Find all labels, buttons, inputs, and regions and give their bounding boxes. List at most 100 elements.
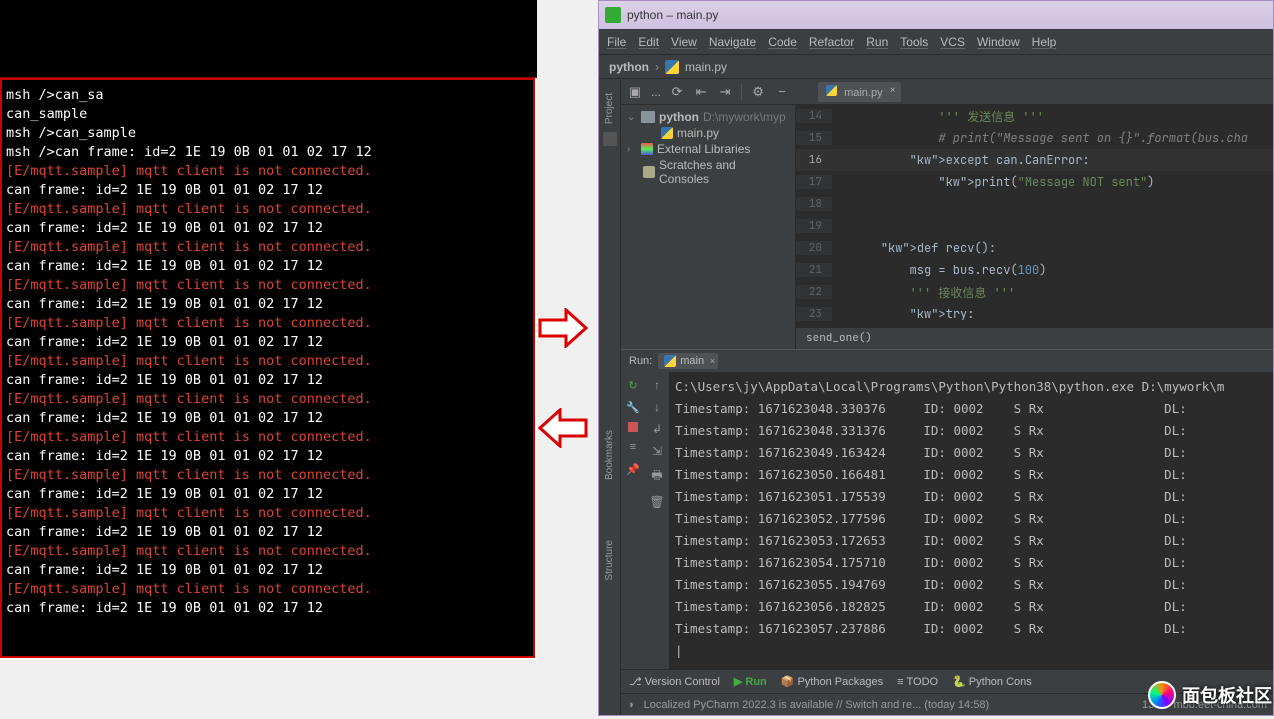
- line-number[interactable]: 18: [796, 197, 832, 211]
- code-content[interactable]: "kw">print("Message NOT sent"): [846, 174, 1273, 190]
- line-number[interactable]: 17: [796, 175, 832, 189]
- caret: |: [675, 640, 1267, 662]
- chevron-down-icon[interactable]: ⌄: [627, 112, 637, 123]
- line-number[interactable]: 15: [796, 131, 832, 145]
- editor-line[interactable]: 23 "kw">try:: [796, 303, 1273, 325]
- rerun-icon[interactable]: ↻: [626, 378, 640, 392]
- save-icon[interactable]: ▣: [627, 84, 643, 100]
- settings-icon[interactable]: ⚙: [750, 84, 766, 100]
- project-tool-tab[interactable]: Project: [604, 93, 615, 124]
- terminal-line: can frame: id=2 1E 19 0B 01 01 02 17 12: [6, 447, 529, 466]
- toolbar-more[interactable]: ...: [651, 85, 661, 99]
- commit-tool-icon[interactable]: [603, 132, 617, 146]
- code-content[interactable]: # print("Message sent on {}".format(bus.…: [846, 130, 1273, 146]
- tree-extlib[interactable]: › External Libraries: [625, 141, 791, 157]
- tree-root[interactable]: ⌄ python D:\mywork\myp: [625, 109, 791, 125]
- editor-file-tab[interactable]: main.py ×: [818, 82, 901, 102]
- close-icon[interactable]: ×: [710, 356, 715, 366]
- terminal-window: msh />can_sacan_samplemsh />can_samplems…: [0, 0, 537, 660]
- run-tab[interactable]: ▶ Run: [734, 675, 767, 688]
- menu-view[interactable]: View: [671, 35, 697, 49]
- editor-line[interactable]: 21 msg = bus.recv(100): [796, 259, 1273, 281]
- softwrap-icon[interactable]: ↲: [652, 422, 662, 436]
- trash-icon[interactable]: 🗑: [649, 495, 664, 509]
- code-content[interactable]: "kw">except can.CanError:: [846, 152, 1273, 168]
- bookmarks-tool-tab[interactable]: Bookmarks: [604, 430, 615, 480]
- vc-tab[interactable]: ⎇ Version Control: [629, 675, 720, 688]
- nav-breadcrumb[interactable]: python › main.py: [599, 55, 1273, 79]
- tree-scratches[interactable]: Scratches and Consoles: [625, 157, 791, 187]
- window-titlebar[interactable]: python – main.py: [599, 1, 1273, 29]
- menu-vcs[interactable]: VCS: [940, 35, 965, 49]
- wrench-icon[interactable]: 🔧: [626, 400, 640, 414]
- sync-icon[interactable]: ⟳: [669, 84, 685, 100]
- line-number[interactable]: 14: [796, 109, 832, 123]
- close-tab-icon[interactable]: ×: [890, 85, 896, 96]
- editor-line[interactable]: 14 ''' 发送信息 ''': [796, 105, 1273, 127]
- editor-line[interactable]: 22 ''' 接收信息 ''': [796, 281, 1273, 303]
- layout-icon[interactable]: ≡: [626, 440, 640, 454]
- code-content[interactable]: ''' 发送信息 ''': [846, 108, 1273, 125]
- fwd-icon[interactable]: ⇥: [717, 84, 733, 100]
- editor-line[interactable]: 16 "kw">except can.CanError:: [796, 149, 1273, 171]
- menu-code[interactable]: Code: [768, 35, 797, 49]
- line-number[interactable]: 21: [796, 263, 832, 277]
- terminal-line: [E/mqtt.sample] mqtt client is not conne…: [6, 466, 529, 485]
- code-content[interactable]: "kw">try:: [846, 306, 1273, 322]
- print-icon[interactable]: 🖶: [651, 466, 662, 487]
- back-icon[interactable]: ⇤: [693, 84, 709, 100]
- status-tip[interactable]: Localized PyCharm 2022.3 is available //…: [644, 699, 989, 711]
- left-tool-gutter-bottom[interactable]: Bookmarks Structure: [599, 360, 620, 675]
- menubar[interactable]: File Edit View Navigate Code Refactor Run Tools…: [599, 29, 1273, 55]
- line-number[interactable]: 16: [796, 153, 832, 167]
- code-content[interactable]: "kw">def recv():: [846, 240, 1273, 256]
- project-tree[interactable]: ⌄ python D:\mywork\myp main.py › Externa…: [621, 105, 796, 349]
- run-output-line: Timestamp: 1671623054.175710 ID: 0002 S …: [675, 552, 1267, 574]
- arrow-left-icon: [538, 408, 588, 448]
- library-icon: [641, 143, 653, 155]
- editor-line[interactable]: 17 "kw">print("Message NOT sent"): [796, 171, 1273, 193]
- structure-tool-tab[interactable]: Structure: [604, 540, 615, 581]
- line-number[interactable]: 22: [796, 285, 832, 299]
- minus-icon[interactable]: −: [774, 84, 790, 100]
- down-icon[interactable]: ↓: [654, 400, 660, 414]
- line-number[interactable]: 19: [796, 219, 832, 233]
- breadcrumb-file[interactable]: main.py: [685, 60, 727, 74]
- menu-help[interactable]: Help: [1032, 35, 1057, 49]
- chevron-right-icon[interactable]: ›: [627, 144, 637, 155]
- menu-window[interactable]: Window: [977, 35, 1020, 49]
- scroll-icon[interactable]: ⇲: [652, 444, 662, 458]
- arrow-right-icon: [538, 308, 588, 348]
- breadcrumb-root[interactable]: python: [609, 60, 649, 74]
- code-content[interactable]: ''' 接收信息 ''': [846, 284, 1273, 301]
- menu-run[interactable]: Run: [866, 35, 888, 49]
- packages-tab[interactable]: 📦 Python Packages: [781, 675, 883, 688]
- line-number[interactable]: 23: [796, 307, 832, 321]
- menu-edit[interactable]: Edit: [638, 35, 659, 49]
- code-content[interactable]: msg = bus.recv(100): [846, 262, 1273, 278]
- run-config-tab[interactable]: main ×: [658, 353, 718, 369]
- line-number[interactable]: 20: [796, 241, 832, 255]
- tree-file[interactable]: main.py: [625, 125, 791, 141]
- up-icon[interactable]: ↑: [654, 378, 660, 392]
- pyconsole-tab[interactable]: 🐍 Python Cons: [952, 675, 1032, 688]
- tip-icon[interactable]: ◑: [627, 699, 634, 711]
- watermark-logo-icon: [1148, 681, 1176, 709]
- todo-tab[interactable]: ≡ TODO: [897, 676, 938, 688]
- terminal-output[interactable]: msh />can_sacan_samplemsh />can_samplems…: [0, 78, 535, 658]
- editor-line[interactable]: 18: [796, 193, 1273, 215]
- run-output[interactable]: C:\Users\jy\AppData\Local\Programs\Pytho…: [669, 372, 1273, 669]
- terminal-header: [0, 0, 537, 78]
- editor-line[interactable]: 20 "kw">def recv():: [796, 237, 1273, 259]
- editor-line[interactable]: 19: [796, 215, 1273, 237]
- menu-tools[interactable]: Tools: [900, 35, 928, 49]
- editor-line[interactable]: 15 # print("Message sent on {}".format(b…: [796, 127, 1273, 149]
- terminal-line: can frame: id=2 1E 19 0B 01 01 02 17 12: [6, 485, 529, 504]
- menu-file[interactable]: File: [607, 35, 626, 49]
- stop-icon[interactable]: [628, 422, 638, 432]
- editor-breadcrumb[interactable]: send_one(): [796, 327, 1273, 349]
- menu-navigate[interactable]: Navigate: [709, 35, 756, 49]
- pin-icon[interactable]: 📌: [626, 462, 640, 476]
- menu-refactor[interactable]: Refactor: [809, 35, 854, 49]
- code-editor[interactable]: 14 ''' 发送信息 '''15 # print("Message sent …: [796, 105, 1273, 349]
